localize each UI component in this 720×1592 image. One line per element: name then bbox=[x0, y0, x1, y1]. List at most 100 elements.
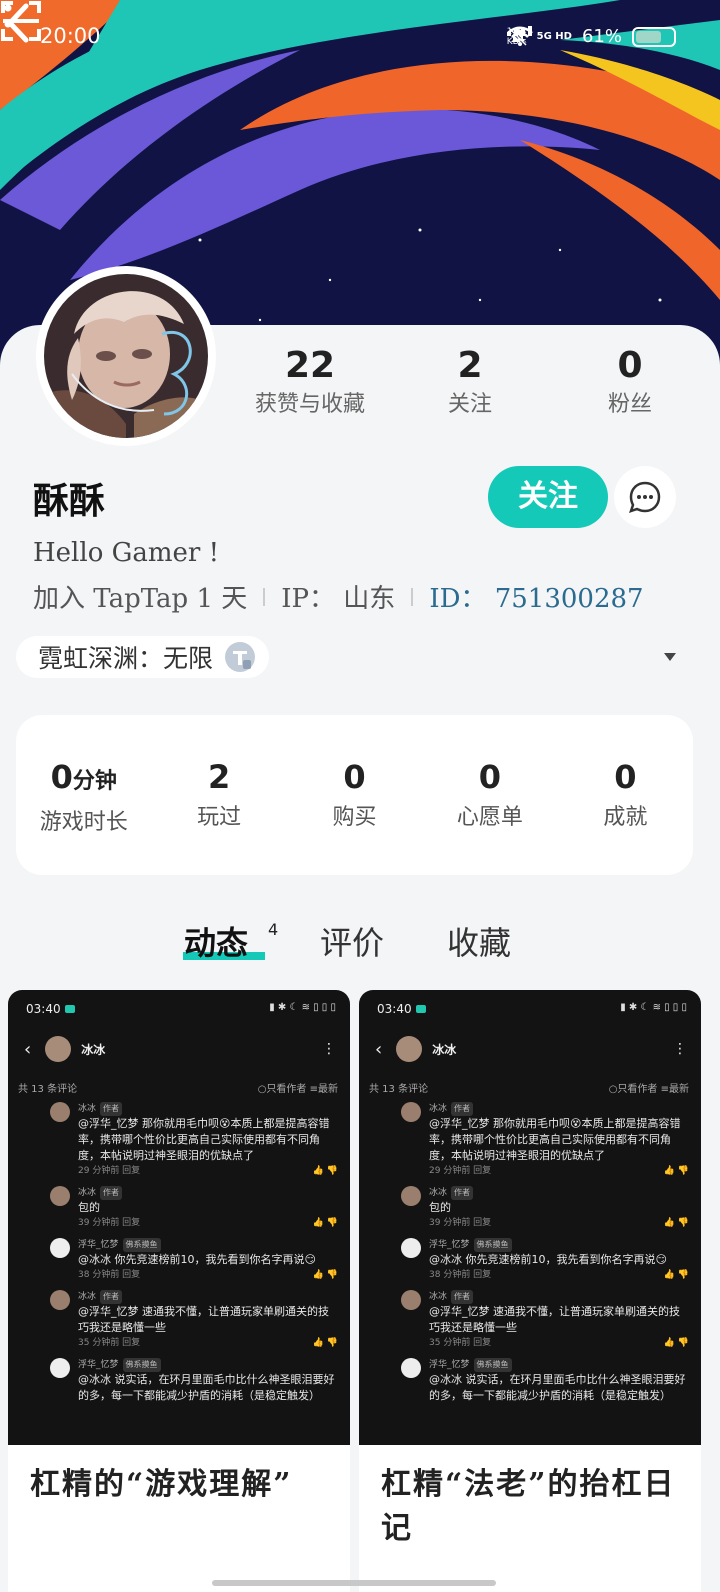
stat-purchased[interactable]: 0 购买 bbox=[287, 759, 422, 875]
thumb-comment-avatar bbox=[401, 1290, 421, 1310]
favorite-game-pill[interactable]: 霓虹深渊：无限 bbox=[16, 636, 270, 678]
tab-posts-count: 4 bbox=[268, 920, 279, 939]
stat-value: 2 bbox=[457, 345, 483, 386]
stat-followers[interactable]: 0 粉丝 bbox=[550, 345, 710, 425]
thumb-comment-time: 39 分钟前 回复 👍 👎 bbox=[78, 1218, 338, 1228]
thumb-comment: 浮华_忆梦 佛系摸鱼 @冰冰 你先竞速榜前10，我先看到你名字再说😏 38 分钟前… bbox=[50, 1238, 338, 1282]
thumb-comment-avatar bbox=[50, 1186, 70, 1206]
thumb-comment: 冰冰 作者 @浮华_忆梦 那你就用毛巾呗😵本质上都是提高容错率，携带哪个性价比更高… bbox=[50, 1102, 338, 1178]
stat-wishlist[interactable]: 0 心愿单 bbox=[422, 759, 557, 875]
stat-label: 玩过 bbox=[197, 805, 242, 830]
thumb-comment-list: 冰冰 作者 @浮华_忆梦 那你就用毛巾呗😵本质上都是提高容错率，携带哪个性价比更高… bbox=[401, 1102, 689, 1412]
post-card[interactable]: 03:40 ▮ ✱ ☾ ≋ ▯ ▯ ▯ ‹ 冰冰 ⋮ 共 13 条评论 ○只看作… bbox=[8, 990, 350, 1592]
thumb-status-icons: ▮ ✱ ☾ ≋ ▯ ▯ ▯ bbox=[269, 1002, 336, 1013]
more-options-button[interactable] bbox=[0, 0, 16, 40]
stat-value: 0 bbox=[614, 758, 637, 796]
thumb-comment: 冰冰 作者 @浮华_忆梦 那你就用毛巾呗😵本质上都是提高容错率，携带哪个性价比更高… bbox=[401, 1102, 689, 1178]
thumb-comment: 冰冰 作者 包的 39 分钟前 回复 👍 👎 bbox=[50, 1186, 338, 1230]
thumb-comment-avatar bbox=[50, 1290, 70, 1310]
status-icons: 14.4 KB/s 5G HD 61% bbox=[506, 26, 676, 47]
thumb-comment-list: 冰冰 作者 @浮华_忆梦 那你就用毛巾呗😵本质上都是提高容错率，携带哪个性价比更高… bbox=[50, 1102, 338, 1412]
battery-percent: 61% bbox=[581, 26, 622, 47]
stat-achievements[interactable]: 0 成就 bbox=[558, 759, 693, 875]
thumb-comment-name: 冰冰 作者 bbox=[429, 1102, 689, 1116]
playtime-value: 0 bbox=[50, 758, 73, 796]
thumb-comment-text: @浮华_忆梦 那你就用毛巾呗😵本质上都是提高容错率，携带哪个性价比更高自己实际使… bbox=[78, 1117, 330, 1162]
message-button[interactable] bbox=[614, 466, 676, 528]
thumb-comment-name: 冰冰 作者 bbox=[78, 1290, 338, 1304]
thumb-sort: ○只看作者 ≡最新 bbox=[257, 1084, 338, 1095]
tab-favorites[interactable]: 收藏 bbox=[447, 918, 511, 964]
follow-button[interactable]: 关注 bbox=[488, 466, 608, 528]
profile-screen: 20:00 14.4 KB/s 5G HD bbox=[0, 0, 720, 1592]
thumb-comment-name: 浮华_忆梦 佛系摸鱼 bbox=[429, 1358, 689, 1372]
username: 酥酥 bbox=[33, 480, 106, 522]
thumb-back-icon: ‹ bbox=[24, 1038, 32, 1060]
wifi-icon bbox=[506, 26, 533, 46]
post-title[interactable]: 杠精“法老”的抬杠日记 bbox=[359, 1445, 701, 1569]
thumb-comment-text: @浮华_忆梦 速通我不懂，让普通玩家单刷通关的技巧我还是略懂一些 bbox=[429, 1305, 680, 1334]
user-id[interactable]: ID： 751300287 bbox=[429, 578, 643, 615]
thumb-comment-time: 38 分钟前 回复 👍 👎 bbox=[429, 1270, 689, 1280]
thumb-status-time: 03:40 bbox=[377, 1002, 426, 1016]
stat-likes[interactable]: 22 获赞与收藏 bbox=[230, 345, 390, 425]
thumb-comment: 浮华_忆梦 佛系摸鱼 @冰冰 说实话，在环月里面毛巾比什么神圣眼泪要好的多，每一下… bbox=[401, 1358, 689, 1404]
favorite-game-label: 霓虹深渊：无限 bbox=[38, 644, 214, 673]
thumb-comment-avatar bbox=[50, 1102, 70, 1122]
post-thumbnail: 03:40 ▮ ✱ ☾ ≋ ▯ ▯ ▯ ‹ 冰冰 ⋮ 共 13 条评论 ○只看作… bbox=[359, 990, 701, 1445]
tab-posts[interactable]: 动态 bbox=[184, 918, 248, 964]
thumb-author: 冰冰 bbox=[81, 1042, 106, 1057]
thumb-time: 03:40 bbox=[26, 1002, 61, 1016]
thumb-comment: 浮华_忆梦 佛系摸鱼 @冰冰 说实话，在环月里面毛巾比什么神圣眼泪要好的多，每一下… bbox=[50, 1358, 338, 1404]
thumb-comment-avatar bbox=[401, 1358, 421, 1378]
thumb-comment: 冰冰 作者 @浮华_忆梦 速通我不懂，让普通玩家单刷通关的技巧我还是略懂一些 35… bbox=[401, 1290, 689, 1350]
tab-reviews[interactable]: 评价 bbox=[320, 918, 384, 964]
thumb-comment: 冰冰 作者 包的 39 分钟前 回复 👍 👎 bbox=[401, 1186, 689, 1230]
divider bbox=[263, 587, 266, 606]
game-stats-panel: 0分钟 游戏时长 2 玩过 0 购买 0 心愿单 0 成就 bbox=[16, 715, 693, 875]
stat-following[interactable]: 2 关注 bbox=[390, 345, 550, 425]
stat-played[interactable]: 2 玩过 bbox=[151, 759, 286, 875]
thumb-avatar bbox=[396, 1036, 423, 1062]
thumb-comment-time: 35 分钟前 回复 👍 👎 bbox=[78, 1338, 338, 1348]
home-indicator[interactable] bbox=[212, 1580, 496, 1586]
thumb-avatar bbox=[45, 1036, 72, 1062]
stat-playtime[interactable]: 0分钟 游戏时长 bbox=[16, 759, 151, 875]
game-badge-icon bbox=[225, 642, 256, 672]
thumb-back-icon: ‹ bbox=[375, 1038, 383, 1060]
network-type: 5G HD bbox=[506, 26, 572, 42]
stat-label: 粉丝 bbox=[607, 392, 652, 417]
thumb-comment-avatar bbox=[50, 1238, 70, 1258]
stat-label: 成就 bbox=[603, 805, 648, 830]
stat-label: 购买 bbox=[332, 805, 377, 830]
thumb-comment-time: 29 分钟前 回复 👍 👎 bbox=[78, 1166, 338, 1176]
avatar[interactable] bbox=[36, 266, 216, 446]
post-title[interactable]: 杠精的“游戏理解” bbox=[8, 1445, 350, 1525]
thumb-comment: 冰冰 作者 @浮华_忆梦 速通我不懂，让普通玩家单刷通关的技巧我还是略懂一些 35… bbox=[50, 1290, 338, 1350]
thumb-comment-name: 冰冰 作者 bbox=[429, 1186, 689, 1200]
battery-icon bbox=[632, 26, 676, 47]
thumb-comment-text: @浮华_忆梦 那你就用毛巾呗😵本质上都是提高容错率，携带哪个性价比更高自己实际使… bbox=[429, 1117, 681, 1162]
thumb-comment-time: 35 分钟前 回复 👍 👎 bbox=[429, 1338, 689, 1348]
thumb-time: 03:40 bbox=[377, 1002, 412, 1016]
thumb-comment-name: 冰冰 作者 bbox=[78, 1186, 338, 1200]
thumb-sort: ○只看作者 ≡最新 bbox=[608, 1084, 689, 1095]
thumb-header: ‹ 冰冰 ⋮ bbox=[375, 1034, 687, 1064]
playtime-unit: 分钟 bbox=[72, 769, 117, 794]
post-card[interactable]: 03:40 ▮ ✱ ☾ ≋ ▯ ▯ ▯ ‹ 冰冰 ⋮ 共 13 条评论 ○只看作… bbox=[359, 990, 701, 1592]
thumb-comment-text: @冰冰 说实话，在环月里面毛巾比什么神圣眼泪要好的多，每一下都能减少护盾的消耗（… bbox=[78, 1373, 335, 1402]
stat-label: 游戏时长 bbox=[39, 810, 128, 835]
thumb-comment-count: 共 13 条评论 bbox=[369, 1084, 429, 1095]
thumb-comment-name: 浮华_忆梦 佛系摸鱼 bbox=[78, 1358, 338, 1372]
ip-location: IP： 山东 bbox=[281, 584, 396, 614]
thumb-comment-avatar bbox=[401, 1238, 421, 1258]
thumb-comment-name: 浮华_忆梦 佛系摸鱼 bbox=[429, 1238, 689, 1252]
thumb-comment-avatar bbox=[50, 1358, 70, 1378]
chevron-down-icon[interactable] bbox=[664, 653, 676, 661]
thumb-comment-count: 共 13 条评论 bbox=[18, 1084, 78, 1095]
thumb-comment-name: 冰冰 作者 bbox=[429, 1290, 689, 1304]
thumb-status-time: 03:40 bbox=[26, 1002, 75, 1016]
stat-value: 0 bbox=[478, 758, 502, 796]
thumb-comment-text: @浮华_忆梦 速通我不懂，让普通玩家单刷通关的技巧我还是略懂一些 bbox=[78, 1305, 329, 1334]
thumb-comment-text: @冰冰 说实话，在环月里面毛巾比什么神圣眼泪要好的多，每一下都能减少护盾的消耗（… bbox=[429, 1373, 686, 1402]
